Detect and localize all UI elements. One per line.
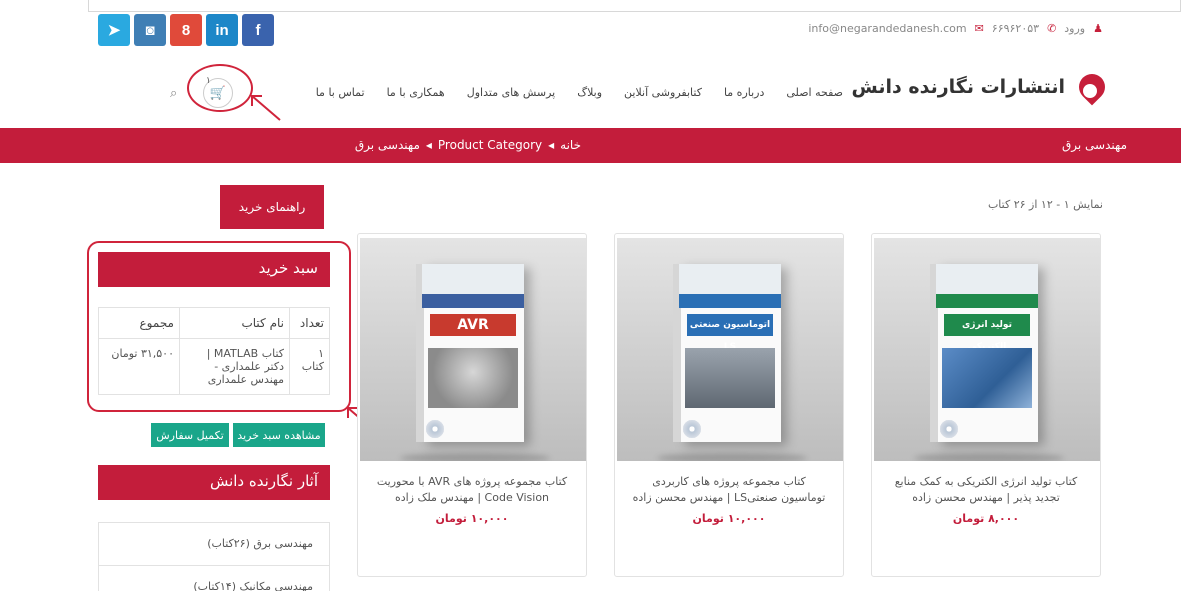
search-icon[interactable]: ⌕ bbox=[170, 86, 177, 101]
main-nav: صفحه اصلی درباره ما کتابفروشی آنلاین وبل… bbox=[316, 86, 843, 99]
annotation-circle bbox=[187, 64, 253, 112]
view-cart-button[interactable]: مشاهده سبد خرید bbox=[233, 423, 325, 447]
page-title: مهندسی برق bbox=[1061, 138, 1127, 152]
purchase-guide-button[interactable]: راهنمای خرید bbox=[220, 185, 324, 229]
breadcrumb-category[interactable]: Product Category bbox=[438, 138, 542, 152]
login-link[interactable]: ورود bbox=[1064, 22, 1085, 35]
cart-total: ۳۱,۵۰۰ تومان bbox=[98, 338, 180, 395]
telegram-icon[interactable]: ➤ bbox=[98, 14, 130, 46]
phone-number: ۶۶۹۶۲۰۵۳ bbox=[991, 22, 1040, 35]
cd-icon bbox=[940, 420, 958, 438]
cover-title: اتوماسیون صنعتی LS bbox=[687, 314, 773, 352]
col-qty: تعداد bbox=[289, 307, 330, 339]
product-card[interactable]: AVR کتاب مجموعه پروژه های AVR با محوریت … bbox=[357, 233, 587, 577]
product-card[interactable]: تولید انرژی الکتریکی کتاب تولید انرژی ال… bbox=[871, 233, 1101, 577]
nav-home[interactable]: صفحه اصلی bbox=[786, 86, 843, 99]
contact-info: ♟ ورود ✆ ۶۶۹۶۲۰۵۳ ✉ info@negarandedanesh… bbox=[808, 22, 1103, 35]
cd-icon bbox=[683, 420, 701, 438]
cart-widget-title: سبد خرید bbox=[98, 252, 330, 287]
product-image[interactable]: اتوماسیون صنعتی LS bbox=[617, 238, 843, 461]
social-links: ➤ ◙ 8 in f bbox=[98, 14, 274, 46]
cd-icon bbox=[426, 420, 444, 438]
breadcrumb: خانه ◂ Product Category ◂ مهندسی برق bbox=[355, 138, 581, 152]
nav-contact[interactable]: تماس با ما bbox=[316, 86, 365, 99]
product-image[interactable]: AVR bbox=[360, 238, 586, 461]
envelope-icon: ✉ bbox=[974, 22, 984, 35]
user-icon: ♟ bbox=[1093, 22, 1103, 35]
book-cover: اتوماسیون صنعتی LS bbox=[673, 264, 781, 442]
cart-qty: ۱ کتاب bbox=[289, 338, 330, 395]
nav-cooperation[interactable]: همکاری با ما bbox=[387, 86, 445, 99]
google-plus-icon[interactable]: 8 bbox=[170, 14, 202, 46]
works-widget-title: آثار نگارنده دانش bbox=[98, 465, 330, 500]
book-cover: AVR bbox=[416, 264, 524, 442]
col-total: مجموع bbox=[98, 307, 180, 339]
linkedin-icon[interactable]: in bbox=[206, 14, 238, 46]
breadcrumb-bar: مهندسی برق خانه ◂ Product Category ◂ مهن… bbox=[0, 128, 1181, 163]
book-cover: تولید انرژی الکتریکی bbox=[930, 264, 1038, 442]
instagram-icon[interactable]: ◙ bbox=[134, 14, 166, 46]
annotation-arrow bbox=[251, 95, 281, 121]
breadcrumb-home[interactable]: خانه bbox=[560, 138, 581, 152]
result-count: نمایش ۱ - ۱۲ از ۲۶ کتاب bbox=[987, 198, 1103, 211]
list-item[interactable]: مهندسی برق (۲۶کتاب) bbox=[99, 523, 329, 566]
product-name[interactable]: کتاب مجموعه پروژه های AVR با محوریت Code… bbox=[372, 474, 572, 506]
product-card[interactable]: اتوماسیون صنعتی LS کتاب مجموعه پروژه های… bbox=[614, 233, 844, 577]
browser-frame bbox=[88, 0, 1181, 12]
facebook-icon[interactable]: f bbox=[242, 14, 274, 46]
caret-left-icon: ◂ bbox=[548, 138, 555, 152]
product-name[interactable]: کتاب مجموعه پروژه های کاربردی توماسیون ص… bbox=[629, 474, 829, 506]
nav-faq[interactable]: پرسش های متداول bbox=[467, 86, 555, 99]
list-item[interactable]: مهندسی مکانیک (۱۴کتاب) bbox=[99, 566, 329, 591]
product-image[interactable]: تولید انرژی الکتریکی bbox=[874, 238, 1100, 461]
site-logo[interactable]: انتشارات نگارنده دانش bbox=[851, 68, 1111, 106]
nav-shop[interactable]: کتابفروشی آنلاین bbox=[624, 86, 702, 99]
col-name: نام کتاب bbox=[179, 307, 290, 339]
nav-blog[interactable]: وبلاگ bbox=[577, 86, 602, 99]
cart-table-header: تعداد نام کتاب مجموع bbox=[98, 307, 330, 339]
checkout-button[interactable]: تکمیل سفارش bbox=[151, 423, 229, 447]
category-list: مهندسی برق (۲۶کتاب) مهندسی مکانیک (۱۴کتا… bbox=[98, 522, 330, 591]
nav-about[interactable]: درباره ما bbox=[724, 86, 764, 99]
product-price: ۱۰,۰۰۰ تومان bbox=[692, 512, 766, 525]
logo-text: انتشارات نگارنده دانش bbox=[851, 76, 1065, 98]
phone-icon: ✆ bbox=[1047, 22, 1057, 35]
product-price: ۱۰,۰۰۰ تومان bbox=[435, 512, 509, 525]
cover-title: AVR bbox=[430, 314, 516, 336]
caret-left-icon: ◂ bbox=[425, 138, 432, 152]
cart-book-name[interactable]: کتاب MATLAB | دکتر علمداری - مهندس علمدا… bbox=[179, 338, 290, 395]
email-link[interactable]: info@negarandedanesh.com bbox=[808, 22, 966, 35]
cover-title: تولید انرژی الکتریکی bbox=[944, 314, 1030, 352]
breadcrumb-current: مهندسی برق bbox=[354, 138, 420, 152]
table-row: ۱ کتاب کتاب MATLAB | دکتر علمداری - مهند… bbox=[98, 338, 330, 395]
cart-table: تعداد نام کتاب مجموع ۱ کتاب کتاب MATLAB … bbox=[98, 307, 330, 395]
product-price: ۸,۰۰۰ تومان bbox=[952, 512, 1020, 525]
logo-mark-icon bbox=[1071, 68, 1111, 106]
product-name[interactable]: کتاب تولید انرژی الکتریکی به کمک منابع ت… bbox=[886, 474, 1086, 506]
